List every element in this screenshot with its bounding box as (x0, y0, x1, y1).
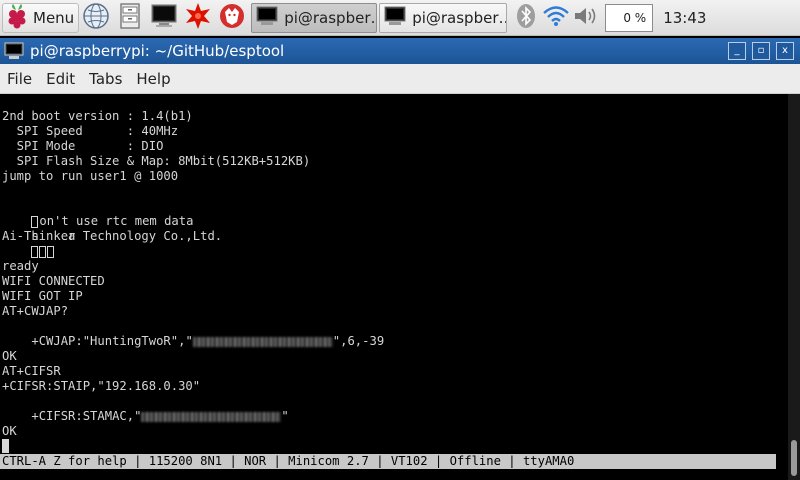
terminal-line: SPI Speed : 40MHz (2, 124, 179, 138)
menu-help[interactable]: Help (136, 70, 170, 88)
terminal-cursor (2, 439, 9, 453)
taskbar-terminal-1-label: pi@raspber… (284, 8, 378, 27)
redacted-bssid (192, 336, 333, 347)
garbled-glyph (47, 245, 55, 258)
window-titlebar[interactable]: pi@raspberrypi: ~/GitHub/esptool _ ▫ x (0, 38, 800, 64)
terminal-line: ready (2, 259, 39, 273)
terminal-output[interactable]: 2nd boot version : 1.4(b1) SPI Speed : 4… (0, 94, 788, 480)
cpu-usage-monitor[interactable]: 0 % (605, 3, 654, 32)
close-button[interactable]: x (776, 42, 794, 60)
minicom-status-line: CTRL-A Z for help | 115200 8N1 | NOR | M… (0, 454, 776, 469)
window-title: pi@raspberrypi: ~/GitHub/esptool (30, 42, 285, 60)
terminal-line: on't use rtc mem data (2, 199, 193, 228)
taskbar-terminal-2[interactable]: pi@raspber… (379, 2, 508, 33)
volume-tray[interactable] (571, 3, 601, 33)
menu-file[interactable]: File (7, 70, 32, 88)
bluetooth-icon (516, 3, 536, 33)
terminal-line: OK (2, 349, 17, 363)
terminal-line-text: ",6,-39 (332, 334, 385, 348)
clock[interactable]: 13:43 (663, 9, 706, 27)
terminal-line: +CWJAP:"HuntingTwoR"," ",6,-39 (2, 319, 384, 348)
redacted-mac-address (141, 411, 282, 422)
scrollbar-thumb[interactable] (791, 440, 797, 476)
terminal-line: OK (2, 424, 17, 438)
garbled-glyph (39, 245, 47, 258)
web-browser-icon (82, 2, 110, 34)
terminal-line: 2nd boot version : 1.4(b1) (2, 109, 193, 123)
menu-button[interactable]: Menu (2, 2, 80, 34)
terminal-line: Ai-Thinker Technology Co.,Ltd. (2, 229, 223, 243)
mathematica-launcher[interactable] (215, 3, 249, 33)
terminal-line-text: +CWJAP:"HuntingTwoR"," (31, 334, 193, 348)
terminal-line-text: " (281, 409, 289, 423)
garbled-glyph (31, 245, 39, 258)
terminal-line: WIFI GOT IP (2, 289, 83, 303)
terminal-line-text: +CIFSR:STAMAC," (31, 409, 142, 423)
menu-label: Menu (33, 8, 75, 27)
web-browser-launcher[interactable] (79, 2, 113, 34)
terminal-scrollbar[interactable] (788, 94, 800, 480)
terminal-line: AT+CWJAP? (2, 304, 69, 318)
terminal-icon (150, 3, 178, 33)
wifi-icon (542, 4, 570, 32)
terminal-line: SPI Flash Size & Map: 8Mbit(512KB+512KB) (2, 154, 311, 168)
terminal-line: WIFI CONNECTED (2, 274, 105, 288)
cpu-usage-value: 0 % (623, 10, 647, 25)
raspberry-icon (5, 2, 29, 34)
menu-edit[interactable]: Edit (46, 70, 75, 88)
wolfram-icon (184, 2, 212, 34)
terminal-line: SPI Mode : DIO (2, 139, 164, 153)
terminal-line: jump to run user1 @ 1000 (2, 169, 179, 183)
wolfram-launcher[interactable] (181, 2, 215, 34)
terminal-line: AT+CIFSR (2, 364, 61, 378)
menubar: File Edit Tabs Help (0, 64, 800, 94)
menu-tabs[interactable]: Tabs (89, 70, 122, 88)
volume-icon (572, 4, 600, 32)
taskbar-terminal-2-label: pi@raspber… (412, 8, 508, 27)
file-manager-icon (118, 2, 142, 34)
terminal-launcher[interactable] (147, 3, 181, 33)
terminal-icon (256, 6, 278, 30)
wifi-tray[interactable] (541, 3, 571, 33)
top-panel: Menu pi@raspber… pi@raspber… 0 % 13:43 (0, 0, 800, 36)
terminal-icon (4, 42, 24, 60)
taskbar-terminal-1[interactable]: pi@raspber… (251, 2, 378, 33)
file-manager-launcher[interactable] (113, 2, 147, 34)
terminal-line: s a (2, 214, 75, 258)
mathematica-icon (218, 2, 246, 34)
bluetooth-tray[interactable] (511, 3, 541, 33)
terminal-line: +CIFSR:STAMAC," " (2, 394, 288, 423)
terminal-line: +CIFSR:STAIP,"192.168.0.30" (2, 379, 201, 393)
terminal-icon (384, 6, 406, 30)
maximize-button[interactable]: ▫ (752, 42, 770, 60)
minimize-button[interactable]: _ (728, 42, 746, 60)
